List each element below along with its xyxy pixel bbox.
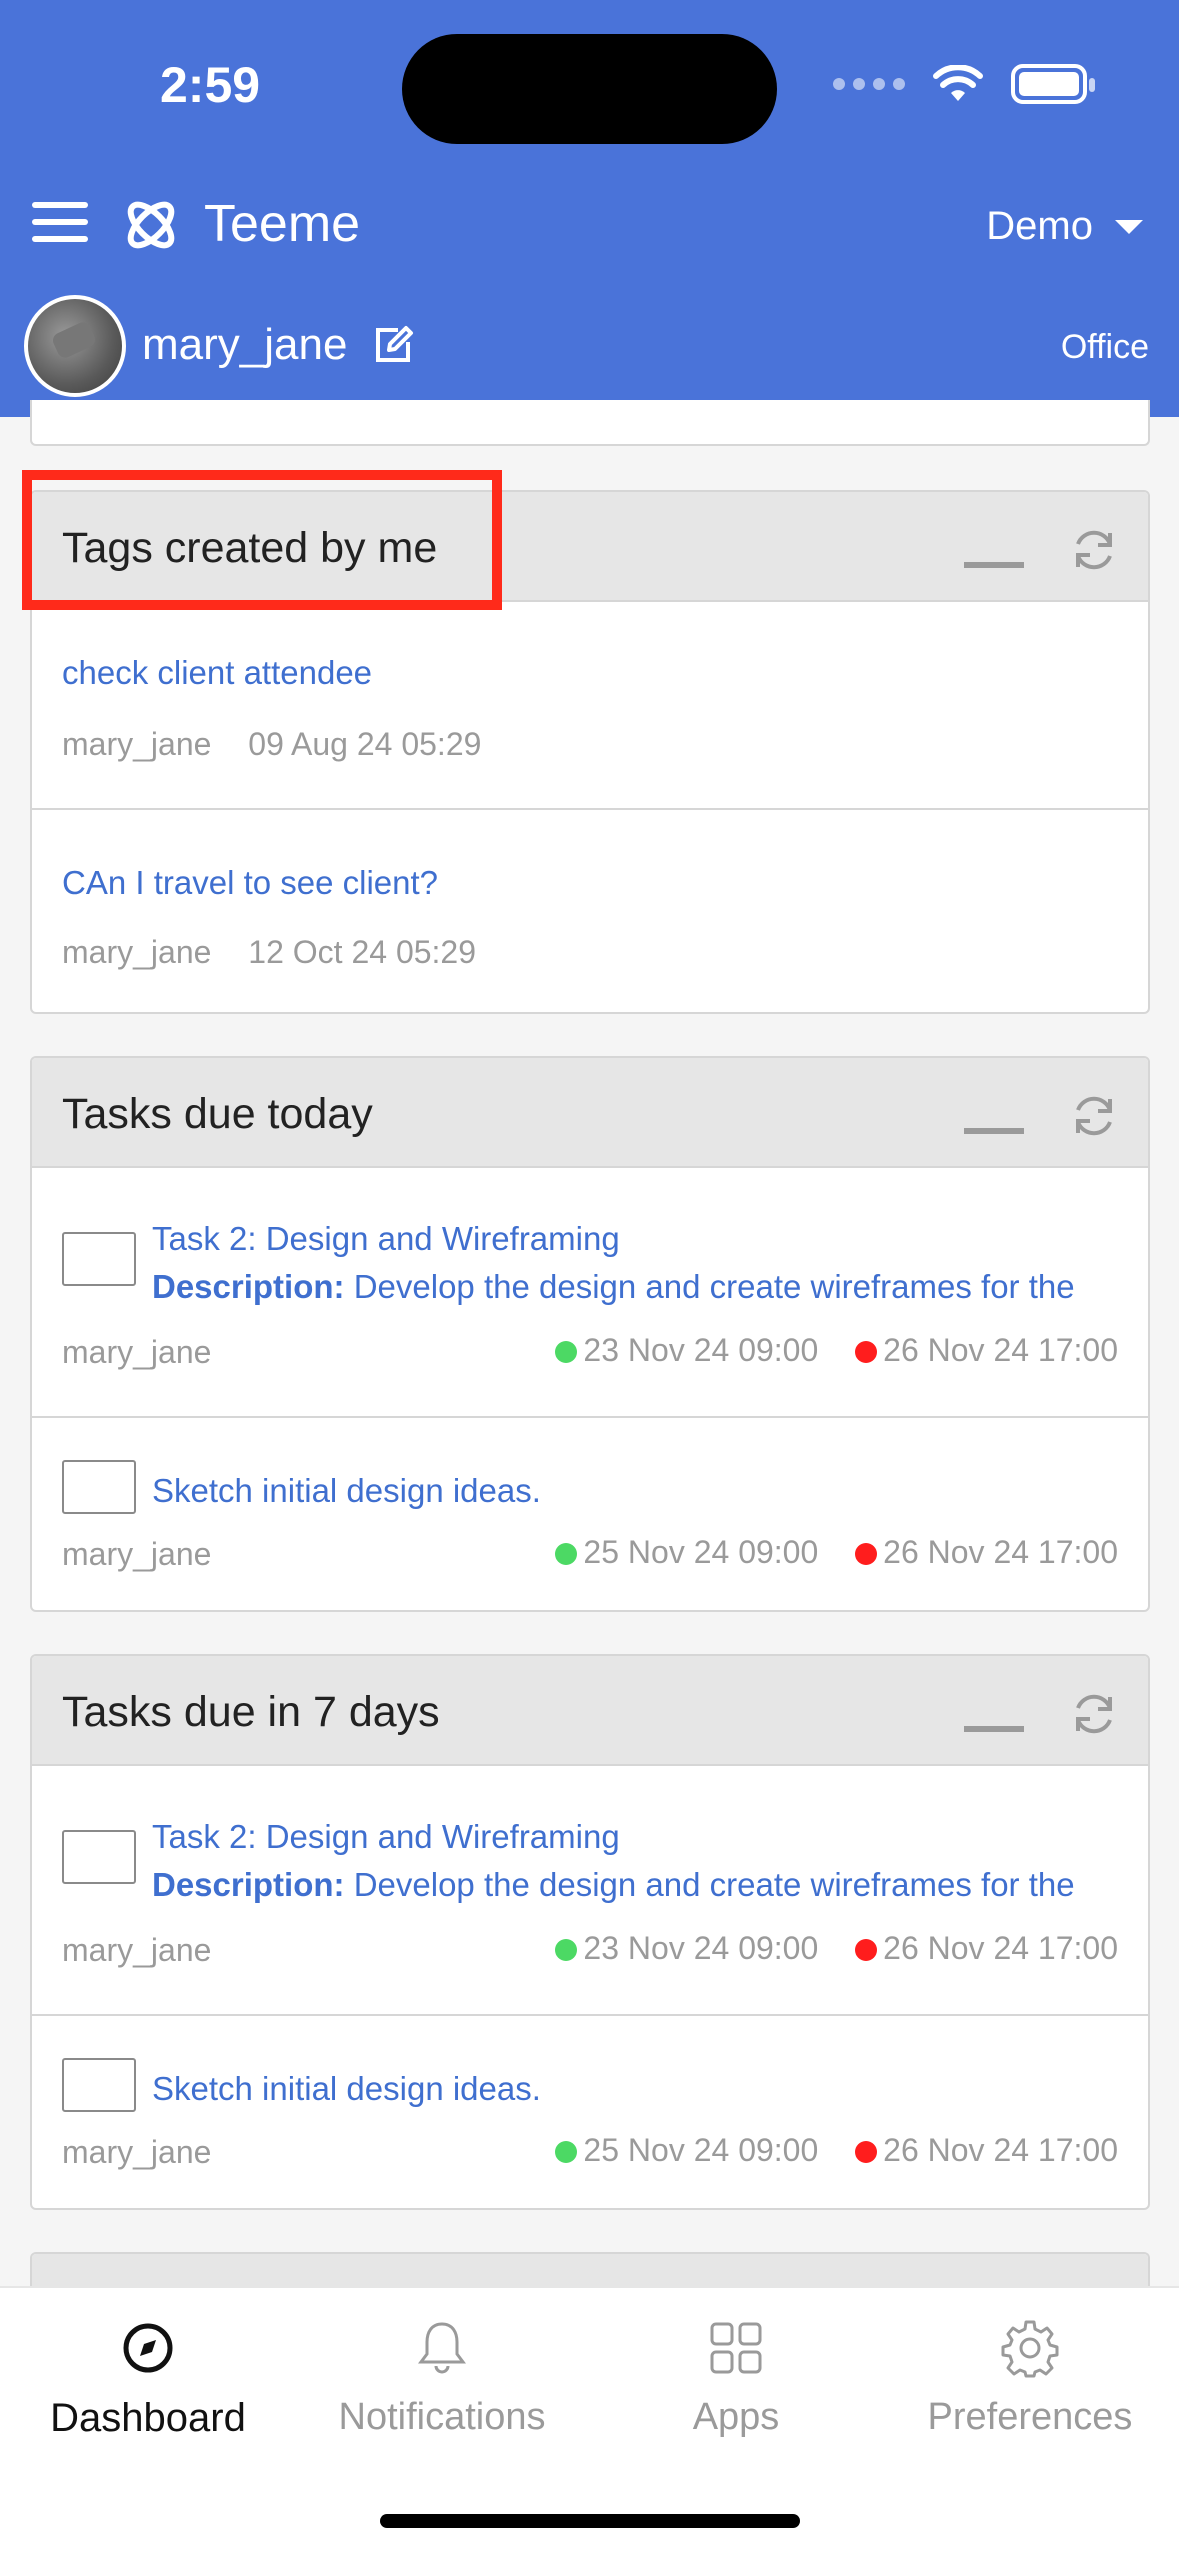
tag-date: 12 Oct 24 05:29	[248, 934, 477, 970]
nav-dashboard-label: Dashboard	[50, 2396, 246, 2440]
nav-preferences-label: Preferences	[927, 2396, 1133, 2438]
start-dot-icon	[555, 1341, 578, 1363]
task-start: 23 Nov 24 09:00	[583, 1332, 819, 1368]
edit-icon[interactable]	[372, 324, 414, 366]
compass-icon	[123, 2323, 173, 2373]
card-header: Tasks due today	[32, 1058, 1148, 1168]
org-dropdown[interactable]: Demo	[986, 204, 1143, 249]
signal-icon	[833, 78, 905, 90]
task-checkbox[interactable]	[62, 1460, 136, 1514]
end-dot-icon	[855, 1543, 878, 1565]
refresh-icon[interactable]	[1068, 1090, 1120, 1142]
start-dot-icon	[555, 2141, 578, 2163]
task-description: Description: Develop the design and crea…	[152, 1866, 1122, 1904]
nav-dashboard[interactable]: Dashboard	[18, 2318, 278, 2441]
home-indicator[interactable]	[380, 2514, 800, 2528]
card-title: Tasks due today	[62, 1090, 373, 1138]
task-row[interactable]: Sketch initial design ideas. mary_jane 2…	[32, 1418, 1148, 1610]
card-header: Tasks due in 7 days	[32, 1656, 1148, 1766]
task-row[interactable]: Task 2: Design and Wireframing Descripti…	[32, 1168, 1148, 1418]
description-text: Develop the design and create wireframes…	[344, 1866, 1075, 1903]
task-user: mary_jane	[62, 1932, 212, 1968]
tag-title[interactable]: CAn I travel to see client?	[62, 864, 438, 902]
task-user: mary_jane	[62, 1536, 212, 1572]
description-text: Develop the design and create wireframes…	[344, 1268, 1075, 1305]
tag-user: mary_jane	[62, 934, 212, 970]
start-dot-icon	[555, 1939, 578, 1961]
nav-notifications[interactable]: Notifications	[312, 2318, 572, 2439]
username: mary_jane	[142, 320, 348, 369]
status-time: 2:59	[160, 57, 261, 113]
dynamic-island	[402, 34, 777, 144]
gear-icon	[1001, 2320, 1059, 2378]
org-label: Demo	[986, 204, 1093, 248]
nav-preferences[interactable]: Preferences	[900, 2318, 1160, 2439]
task-row[interactable]: Sketch initial design ideas. mary_jane 2…	[32, 2016, 1148, 2208]
card-title: Tasks due in 7 days	[62, 1688, 440, 1736]
task-checkbox[interactable]	[62, 1830, 136, 1884]
task-title[interactable]: Task 2: Design and Wireframing	[152, 1220, 620, 1258]
task-dates: 25 Nov 24 09:00 26 Nov 24 17:00	[555, 1534, 1118, 1571]
tag-meta: mary_jane 12 Oct 24 05:29	[62, 934, 476, 971]
bell-icon	[418, 2322, 466, 2374]
task-end: 26 Nov 24 17:00	[883, 1332, 1118, 1368]
menu-icon[interactable]	[32, 202, 88, 242]
refresh-icon[interactable]	[1068, 1688, 1120, 1740]
list-item[interactable]: CAn I travel to see client? mary_jane 12…	[32, 810, 1148, 1010]
nav-notifications-label: Notifications	[338, 2396, 546, 2438]
tag-meta: mary_jane 09 Aug 24 05:29	[62, 726, 481, 763]
task-dates: 25 Nov 24 09:00 26 Nov 24 17:00	[555, 2132, 1118, 2169]
task-title[interactable]: Sketch initial design ideas.	[152, 1472, 541, 1510]
tasks-today-card: Tasks due today Task 2: Design and Wiref…	[30, 1056, 1150, 1612]
battery-icon	[1011, 64, 1095, 104]
task-title[interactable]: Sketch initial design ideas.	[152, 2070, 541, 2108]
minimize-icon[interactable]	[964, 1726, 1024, 1732]
task-checkbox[interactable]	[62, 1232, 136, 1286]
highlight-box	[22, 470, 502, 610]
caret-down-icon	[1115, 219, 1143, 234]
description-label: Description:	[152, 1268, 345, 1305]
task-start: 23 Nov 24 09:00	[583, 1930, 819, 1966]
list-item[interactable]: check client attendee mary_jane 09 Aug 2…	[32, 602, 1148, 810]
task-user: mary_jane	[62, 2134, 212, 2170]
tag-title[interactable]: check client attendee	[62, 654, 372, 692]
end-dot-icon	[855, 1939, 878, 1961]
avatar[interactable]	[24, 295, 126, 397]
task-user: mary_jane	[62, 1334, 212, 1370]
end-dot-icon	[855, 1341, 878, 1363]
minimize-icon[interactable]	[964, 562, 1024, 568]
start-dot-icon	[555, 1543, 578, 1565]
location-label: Office	[1060, 328, 1149, 366]
task-start: 25 Nov 24 09:00	[583, 2132, 819, 2168]
tasks-week-card: Tasks due in 7 days Task 2: Design and W…	[30, 1654, 1150, 2210]
task-end: 26 Nov 24 17:00	[883, 2132, 1118, 2168]
task-end: 26 Nov 24 17:00	[883, 1534, 1118, 1570]
tag-date: 09 Aug 24 05:29	[248, 726, 482, 762]
teeme-logo-icon	[127, 201, 175, 249]
nav-apps[interactable]: Apps	[606, 2318, 866, 2439]
minimize-icon[interactable]	[964, 1128, 1024, 1134]
task-start: 25 Nov 24 09:00	[583, 1534, 819, 1570]
task-dates: 23 Nov 24 09:00 26 Nov 24 17:00	[555, 1332, 1118, 1369]
task-description: Description: Develop the design and crea…	[152, 1268, 1122, 1306]
tag-user: mary_jane	[62, 726, 212, 762]
end-dot-icon	[855, 2141, 878, 2163]
task-dates: 23 Nov 24 09:00 26 Nov 24 17:00	[555, 1930, 1118, 1967]
task-row[interactable]: Task 2: Design and Wireframing Descripti…	[32, 1766, 1148, 2016]
grid-icon	[710, 2322, 762, 2374]
task-title[interactable]: Task 2: Design and Wireframing	[152, 1818, 620, 1856]
status-icons	[833, 64, 1095, 104]
description-label: Description:	[152, 1866, 345, 1903]
wifi-icon	[933, 65, 983, 101]
task-end: 26 Nov 24 17:00	[883, 1930, 1118, 1966]
task-checkbox[interactable]	[62, 2058, 136, 2112]
refresh-icon[interactable]	[1068, 524, 1120, 576]
app-header: 2:59 Teeme Demo mary_jane Office	[0, 0, 1179, 417]
app-title: Teeme	[204, 195, 361, 253]
previous-card	[30, 400, 1150, 446]
nav-apps-label: Apps	[692, 2396, 780, 2438]
